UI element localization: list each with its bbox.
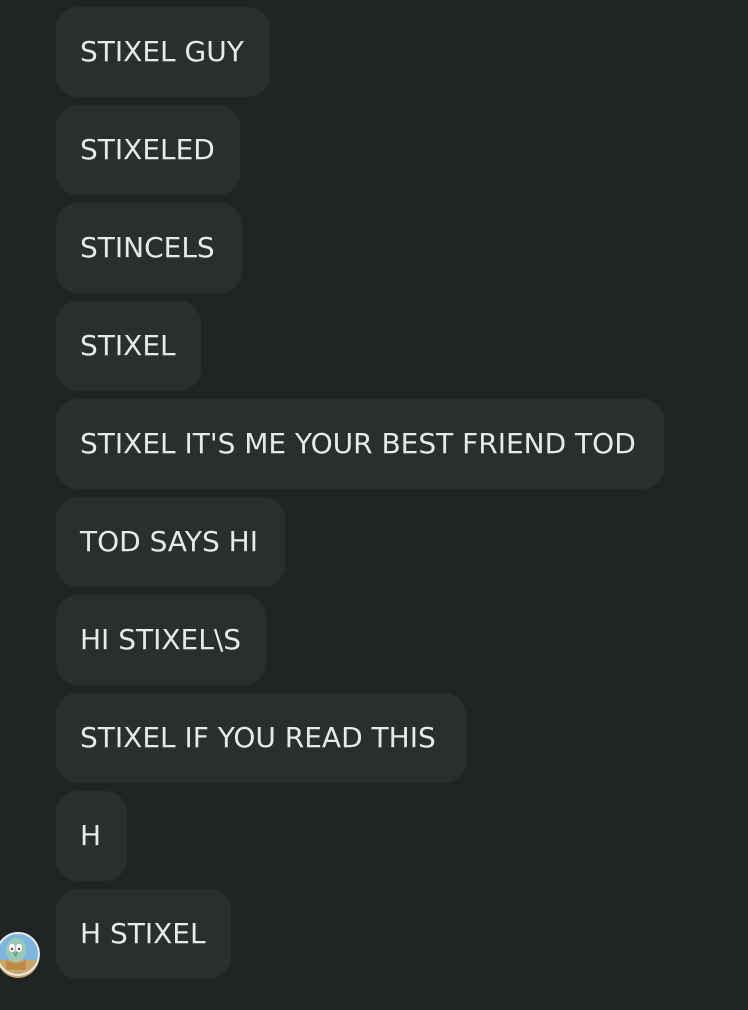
message-bubble[interactable]: STIXEL IT'S ME YOUR BEST FRIEND TOD — [56, 399, 664, 489]
chat-thread: STIXEL GUY STIXELED STINCELS STIXEL STIX… — [0, 0, 748, 1010]
message-bubble[interactable]: STIXEL IF YOU READ THIS — [56, 693, 466, 783]
squidward-avatar-icon[interactable] — [0, 930, 40, 978]
message-bubble[interactable]: STIXEL — [56, 301, 201, 391]
message-bubble[interactable]: TOD SAYS HI — [56, 497, 285, 587]
message-bubble[interactable]: STINCELS — [56, 203, 242, 293]
message-bubble[interactable]: STIXELED — [56, 105, 240, 195]
message-bubble[interactable]: H — [56, 791, 127, 881]
message-bubble[interactable]: STIXEL GUY — [56, 7, 270, 97]
message-bubble[interactable]: H STIXEL — [56, 889, 231, 979]
message-bubble[interactable]: HI STIXEL\S — [56, 595, 266, 685]
